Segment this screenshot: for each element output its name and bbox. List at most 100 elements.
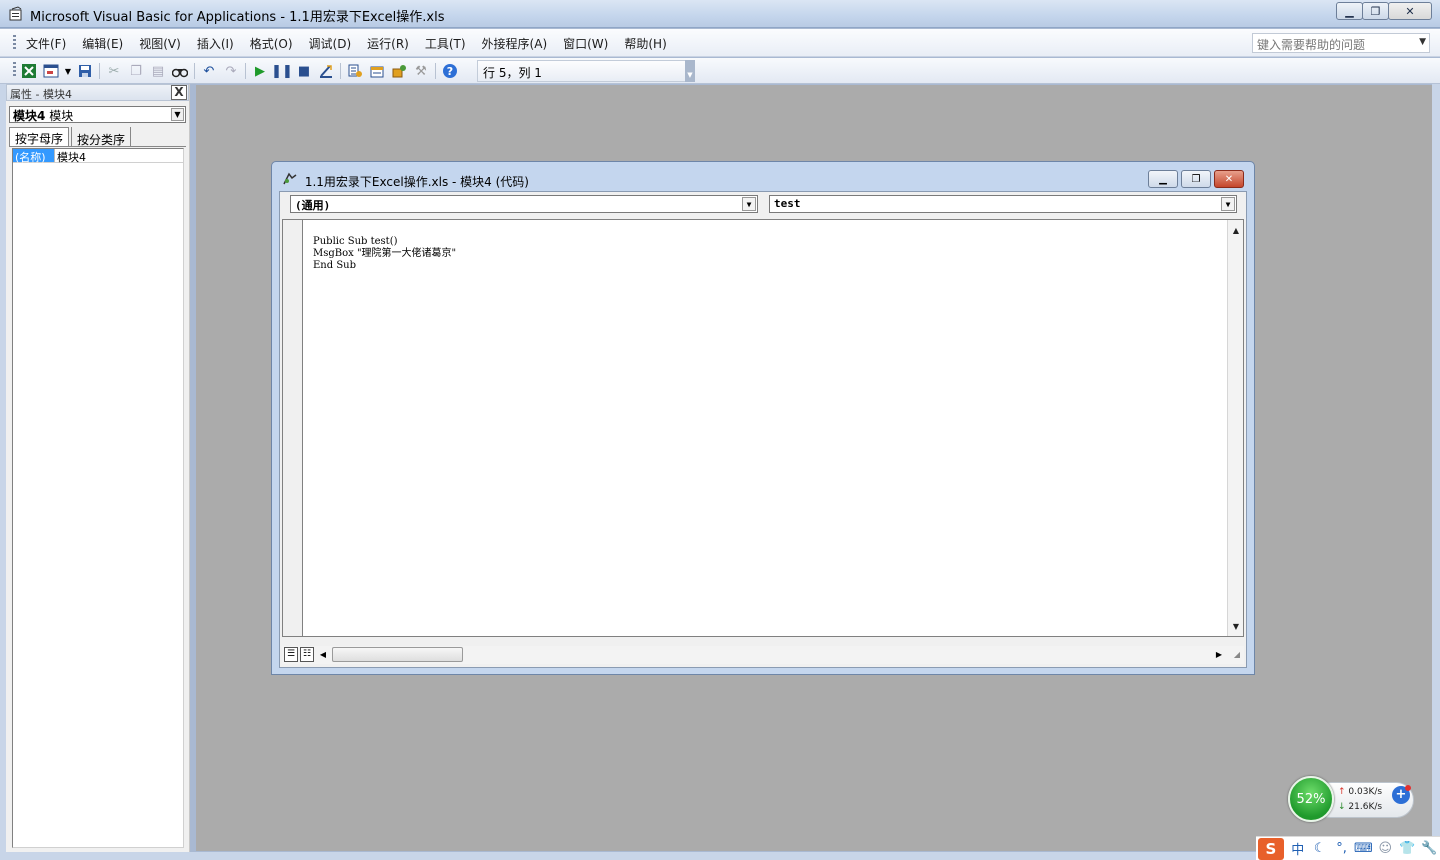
menu-run[interactable]: 运行(R)	[361, 35, 415, 52]
horizontal-scrollbar[interactable]: ☰ ☷ ◀ ▶ ◢	[282, 646, 1244, 664]
insert-userform-icon[interactable]	[40, 61, 62, 81]
procedure-dropdown[interactable]: test ▼	[769, 195, 1237, 213]
menubar-grip[interactable]	[13, 35, 16, 51]
code-text[interactable]: Public Sub test() MsgBox "理院第一大佬诸葛京" End S…	[313, 236, 456, 272]
object-browser-icon[interactable]	[388, 61, 410, 81]
menu-insert[interactable]: 插入(I)	[191, 35, 240, 52]
chevron-down-icon[interactable]: ▼	[742, 197, 756, 211]
scroll-left-icon[interactable]: ◀	[316, 647, 330, 662]
minimize-button[interactable]: ▁	[1336, 2, 1363, 20]
object-selector[interactable]: 模块4 模块 ▼	[9, 106, 186, 123]
chevron-down-icon[interactable]: ▼	[1221, 197, 1235, 211]
moon-icon[interactable]: ☾	[1309, 841, 1331, 856]
margin-indicator-bar[interactable]	[283, 220, 303, 636]
code-minimize-button[interactable]: ▁	[1148, 170, 1178, 188]
full-module-view-icon[interactable]: ☷	[300, 647, 314, 662]
user-icon[interactable]: ☺	[1374, 841, 1396, 856]
toolbar-separator	[245, 63, 246, 79]
help-icon[interactable]: ?	[439, 61, 461, 81]
cursor-position-readout: 行 5，列 1 ▼	[477, 60, 695, 82]
menu-debug[interactable]: 调试(D)	[303, 35, 358, 52]
menu-tools[interactable]: 工具(T)	[419, 35, 472, 52]
tab-categorized[interactable]: 按分类序	[71, 127, 132, 147]
save-icon[interactable]	[74, 61, 96, 81]
download-speed: ↓ 21.6K/s	[1338, 802, 1382, 812]
network-monitor[interactable]: 52% ↑ 0.03K/s ↓ 21.6K/s +	[1288, 776, 1414, 822]
properties-title: 属性 - 模块4	[10, 88, 72, 101]
undo-icon[interactable]: ↶	[198, 61, 220, 81]
reset-icon[interactable]: ■	[293, 61, 315, 81]
property-name: (名称)	[13, 149, 55, 164]
menu-file[interactable]: 文件(F)	[20, 35, 72, 52]
keyboard-icon[interactable]: ⌨	[1352, 841, 1374, 856]
punctuation-icon[interactable]: °,	[1331, 841, 1353, 856]
property-value[interactable]: 模块4	[55, 149, 86, 164]
window-title: Microsoft Visual Basic for Applications …	[30, 10, 445, 25]
menu-addins[interactable]: 外接程序(A)	[476, 35, 554, 52]
code-line[interactable]: MsgBox "理院第一大佬诸葛京"	[313, 248, 456, 260]
design-mode-icon[interactable]	[315, 61, 337, 81]
sogou-logo-icon[interactable]: S	[1258, 837, 1284, 860]
find-icon[interactable]	[169, 61, 191, 81]
toolbar-separator	[99, 63, 100, 79]
project-explorer-icon[interactable]	[344, 61, 366, 81]
copy-icon[interactable]: ❐	[125, 61, 147, 81]
paste-icon[interactable]: ▤	[147, 61, 169, 81]
code-window-titlebar[interactable]: 1.1用宏录下Excel操作.xls - 模块4 (代码)	[282, 172, 529, 190]
code-window-controls: ▁ ❐ ✕	[1145, 170, 1244, 188]
scroll-down-icon[interactable]: ▼	[1229, 620, 1243, 634]
code-line[interactable]: End Sub	[313, 260, 456, 272]
chevron-down-icon[interactable]: ▼	[171, 108, 184, 121]
properties-close-button[interactable]: X	[171, 85, 187, 100]
redo-icon[interactable]: ↷	[220, 61, 242, 81]
code-line[interactable]: Public Sub test()	[313, 236, 456, 248]
toolbar-options-icon[interactable]: ▼	[685, 60, 695, 82]
menu-window[interactable]: 窗口(W)	[557, 35, 614, 52]
object-dropdown-value: (通用)	[295, 199, 331, 212]
close-button[interactable]: ✕	[1388, 2, 1432, 20]
object-dropdown[interactable]: (通用) ▼	[290, 195, 758, 213]
menu-view[interactable]: 视图(V)	[133, 35, 187, 52]
vba-app-icon	[9, 6, 22, 21]
download-speed-value: 21.6K/s	[1348, 802, 1383, 812]
run-icon[interactable]: ▶	[249, 61, 271, 81]
frame-right	[1432, 84, 1440, 852]
frame-bottom	[0, 852, 1440, 860]
code-close-button[interactable]: ✕	[1214, 170, 1244, 188]
insert-dropdown-icon[interactable]: ▼	[62, 61, 74, 81]
code-editor[interactable]: Public Sub test() MsgBox "理院第一大佬诸葛京" End S…	[282, 219, 1244, 637]
property-row[interactable]: (名称) 模块4	[13, 149, 183, 164]
svg-text:?: ?	[447, 65, 453, 78]
ime-mode-chinese[interactable]: 中	[1287, 839, 1309, 858]
break-icon[interactable]: ❚❚	[271, 61, 293, 81]
tab-alphabetic[interactable]: 按字母序	[9, 127, 70, 146]
help-search-input[interactable]: 键入需要帮助的问题 ▼	[1252, 33, 1430, 53]
view-excel-icon[interactable]	[18, 61, 40, 81]
wrench-icon[interactable]: 🔧	[1418, 841, 1440, 856]
upload-speed: ↑ 0.03K/s	[1338, 787, 1382, 797]
menu-format[interactable]: 格式(O)	[244, 35, 299, 52]
maximize-button[interactable]: ❐	[1362, 2, 1389, 20]
help-dropdown-icon[interactable]: ▼	[1419, 37, 1426, 47]
cut-icon[interactable]: ✂	[103, 61, 125, 81]
accelerate-plus-icon[interactable]: +	[1392, 785, 1411, 804]
resize-grip-icon[interactable]: ◢	[1230, 647, 1244, 662]
skin-shirt-icon[interactable]: 👕	[1396, 841, 1418, 856]
upload-arrow-icon: ↑	[1338, 787, 1346, 797]
horizontal-scroll-thumb[interactable]	[332, 647, 463, 662]
scroll-up-icon[interactable]: ▲	[1229, 224, 1243, 238]
toolbar-grip[interactable]	[13, 62, 16, 78]
procedure-dropdown-value: test	[774, 197, 801, 210]
download-arrow-icon: ↓	[1338, 802, 1346, 812]
procedure-view-icon[interactable]: ☰	[284, 647, 298, 662]
standard-toolbar: ▼ ✂ ❐ ▤ ↶ ↷ ▶ ❚❚ ■ ⚒ ? 行 5，列 1 ▼	[0, 58, 1440, 84]
toolbox-icon[interactable]: ⚒	[410, 61, 432, 81]
menu-edit[interactable]: 编辑(E)	[76, 35, 129, 52]
vertical-scrollbar[interactable]: ▲ ▼	[1227, 220, 1243, 636]
scroll-right-icon[interactable]: ▶	[1212, 647, 1226, 662]
properties-window-icon[interactable]	[366, 61, 388, 81]
menu-bar: 文件(F) 编辑(E) 视图(V) 插入(I) 格式(O) 调试(D) 运行(R…	[0, 29, 1440, 57]
code-maximize-button[interactable]: ❐	[1181, 170, 1211, 188]
menu-help[interactable]: 帮助(H)	[618, 35, 672, 52]
memory-usage-badge[interactable]: 52%	[1288, 776, 1334, 822]
